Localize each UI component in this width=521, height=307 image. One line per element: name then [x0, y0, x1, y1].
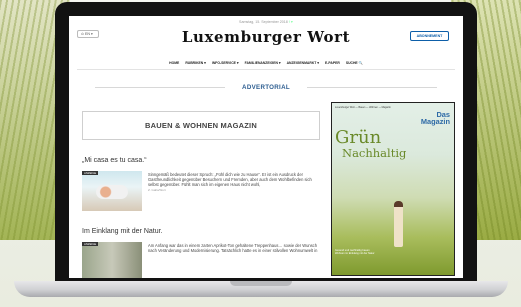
laptop-notch — [230, 281, 292, 286]
date-line: Samstag, 15. September 2018 f ♥ — [69, 20, 463, 24]
ad-brand: Das Magazin — [421, 111, 450, 125]
nav-item-home[interactable]: HOME — [169, 61, 179, 65]
article-title-2[interactable]: Im Einklang mit der Natur. — [82, 228, 163, 235]
magazine-cover-ad[interactable]: Luxemburger Wort — Bauen — Wohnen — Maga… — [331, 102, 455, 276]
article-thumbnail-1[interactable]: ANZEIGE — [82, 171, 142, 211]
thumbnail-image — [96, 185, 128, 199]
article-thumbnail-2[interactable]: ANZEIGE — [82, 242, 142, 278]
date-text: Samstag, 15. September 2018 — [239, 20, 288, 24]
subscribe-button[interactable]: ABONNEMENT — [410, 31, 449, 41]
article-title-1[interactable]: „Mi casa es tu casa.“ — [82, 157, 147, 164]
main-nav: HOME RUBRIKEN ▾ INFO-SERVICE ▾ FAMILIENA… — [69, 61, 463, 65]
magazine-title-box[interactable]: BAUEN & WOHNEN MAGAZIN — [82, 111, 320, 140]
nav-item-e-paper[interactable]: E-PAPER — [325, 61, 340, 65]
site-logo[interactable]: Luxemburger Wort — [69, 28, 463, 46]
social-icons[interactable]: f ♥ — [289, 20, 293, 24]
article-tag-2: ANZEIGE — [82, 242, 99, 246]
nav-item-anzeigenmarkt[interactable]: ANZEIGENMARKT ▾ — [287, 61, 319, 65]
nav-item-info-service[interactable]: INFO-SERVICE ▾ — [212, 61, 239, 65]
ad-brand-line2: Magazin — [420, 117, 450, 126]
article-author-1: Z. Gallo/Wort — [148, 188, 166, 193]
article-teaser-1: Sinngemäß bedeutet dieser Spruch: „Fühl … — [148, 172, 318, 193]
advertorial-label: ADVERTORIAL — [242, 84, 290, 91]
article-teaser-2: Am Anfang war das in einem zarten Apriko… — [148, 243, 318, 254]
nav-item-suche[interactable]: SUCHE 🔍 — [346, 61, 363, 65]
article-tag-1: ANZEIGE — [82, 171, 99, 175]
ad-footer-text: Gesund und nachhaltig bauen Wohnen im Ei… — [335, 249, 375, 256]
ad-figure — [394, 201, 403, 247]
laptop-screen: Samstag, 15. September 2018 f ♥ ⊙ EN ▾ L… — [69, 16, 463, 278]
nav-divider — [77, 69, 455, 70]
ad-headline-nachhaltig: Nachhaltig — [342, 146, 407, 160]
article-teaser-text-1: Sinngemäß bedeutet dieser Spruch: „Fühl … — [148, 172, 312, 188]
nav-item-familienanzeigen[interactable]: FAMILIENANZEIGEN ▾ — [245, 61, 281, 65]
nav-item-rubriken[interactable]: RUBRIKEN ▾ — [185, 61, 206, 65]
ad-headline-gruen: Grün — [335, 127, 382, 148]
ad-top-line: Luxemburger Wort — Bauen — Wohnen — Maga… — [335, 106, 391, 109]
